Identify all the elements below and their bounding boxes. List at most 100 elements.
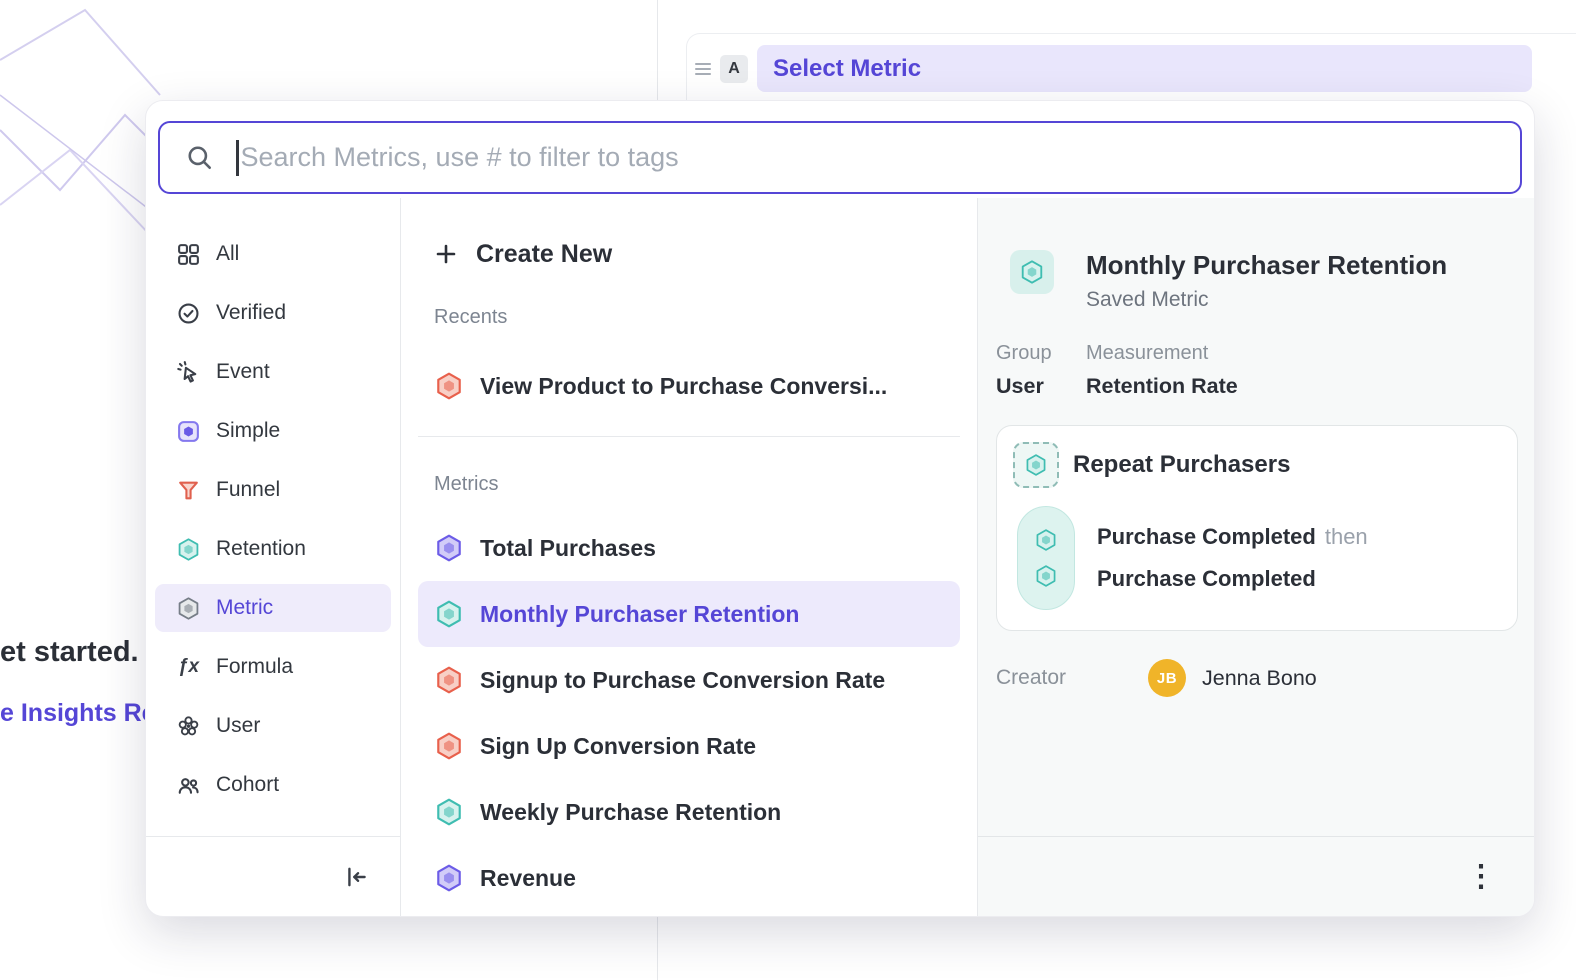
sidebar-item-funnel[interactable]: Funnel (155, 466, 391, 514)
metric-hexagon-icon (176, 596, 201, 621)
metric-list: Create New Recents View Product to Purch… (401, 198, 978, 916)
search-input[interactable] (241, 123, 1521, 192)
detail-meta: Group User Measurement Retention Rate (996, 342, 1518, 399)
detail-footer: ⋮ (978, 836, 1534, 916)
creator-name: Jenna Bono (1202, 666, 1317, 691)
metric-item-label: Monthly Purchaser Retention (480, 601, 799, 628)
funnel-icon (176, 478, 201, 503)
detail-type-label: Saved Metric (1086, 288, 1447, 312)
plus-icon (434, 242, 458, 266)
text-caret (236, 140, 239, 176)
metric-item-revenue[interactable]: Revenue (418, 845, 960, 911)
metrics-header: Metrics (434, 473, 960, 499)
sidebar-item-verified[interactable]: Verified (155, 289, 391, 337)
metric-item-label: Total Purchases (480, 535, 656, 562)
truncated-insights-link[interactable]: e Insights Re (0, 699, 156, 728)
funnel-metric-hexagon-icon (434, 371, 464, 401)
measurement-label: Measurement (1086, 342, 1238, 365)
search-icon (186, 144, 214, 172)
list-divider (418, 436, 960, 437)
sidebar-item-cohort[interactable]: Cohort (155, 761, 391, 809)
metric-item-label: Revenue (480, 865, 576, 892)
sidebar-item-label: All (216, 242, 239, 266)
sidebar-item-formula[interactable]: ƒx Formula (155, 643, 391, 691)
more-options-button[interactable]: ⋮ (1466, 862, 1496, 892)
grid-icon (176, 242, 201, 267)
retention-hexagon-icon (176, 537, 201, 562)
simple-metric-icon (176, 419, 201, 444)
sidebar-item-label: Cohort (216, 773, 279, 797)
sidebar-item-all[interactable]: All (155, 230, 391, 278)
user-flower-icon (176, 714, 201, 739)
sidebar-item-label: Metric (216, 596, 273, 620)
metric-item-label: View Product to Purchase Conversi... (480, 373, 887, 400)
metric-hexagon-icon (434, 533, 464, 563)
retention-hexagon-icon (1019, 259, 1045, 285)
sidebar-item-label: Funnel (216, 478, 280, 502)
sidebar-item-event[interactable]: Event (155, 348, 391, 396)
collapse-sidebar-button[interactable] (344, 864, 370, 890)
cohort-people-icon (176, 773, 201, 798)
category-sidebar: All Verified Event Simple Funnel (146, 198, 401, 916)
event-hexagon-icon (1034, 564, 1058, 588)
metric-hexagon-icon (434, 665, 464, 695)
metric-hexagon-icon (434, 599, 464, 629)
creator-row: Creator JB Jenna Bono (996, 659, 1518, 697)
sidebar-footer (146, 836, 400, 916)
behavior-icon (1013, 442, 1059, 488)
verified-badge-icon (176, 301, 201, 326)
measurement-value: Retention Rate (1086, 374, 1238, 399)
metric-item-label: Weekly Purchase Retention (480, 799, 781, 826)
metric-item-signup-to-purchase-conversion-rate[interactable]: Signup to Purchase Conversion Rate (418, 647, 960, 713)
detail-header: Monthly Purchaser Retention Saved Metric (996, 250, 1518, 312)
group-value: User (996, 374, 1086, 399)
sidebar-item-label: Formula (216, 655, 293, 679)
event-cursor-icon (176, 360, 201, 385)
sidebar-item-user[interactable]: User (155, 702, 391, 750)
sidebar-item-label: Retention (216, 537, 306, 561)
sidebar-item-simple[interactable]: Simple (155, 407, 391, 455)
create-new-button[interactable]: Create New (418, 232, 960, 276)
drag-handle-icon[interactable] (695, 63, 711, 75)
metric-detail-panel: Monthly Purchaser Retention Saved Metric… (978, 198, 1534, 916)
formula-fx-icon: ƒx (176, 656, 201, 678)
definition-name: Repeat Purchasers (1073, 451, 1290, 479)
metric-item-total-purchases[interactable]: Total Purchases (418, 515, 960, 581)
sidebar-item-label: User (216, 714, 260, 738)
event-sequence-pill (1017, 506, 1075, 610)
creator-avatar: JB (1148, 659, 1186, 697)
metric-hexagon-icon (434, 731, 464, 761)
definition-step-connector: then (1325, 524, 1368, 550)
event-hexagon-icon (1034, 528, 1058, 552)
sidebar-item-label: Event (216, 360, 270, 384)
retention-hexagon-icon (1024, 453, 1048, 477)
sidebar-item-metric[interactable]: Metric (155, 584, 391, 632)
creator-label: Creator (996, 666, 1148, 690)
search-bar[interactable] (158, 121, 1522, 194)
recents-header: Recents (434, 306, 960, 332)
create-new-label: Create New (476, 240, 612, 269)
truncated-page-heading: et started. (0, 636, 139, 669)
definition-step-2: Purchase Completed (1097, 566, 1316, 592)
metric-row-badge: A (720, 55, 748, 83)
metric-hexagon-icon (434, 863, 464, 893)
background-chart-lines (0, 0, 165, 265)
detail-title: Monthly Purchaser Retention (1086, 250, 1447, 281)
definition-step-1: Purchase Completed (1097, 524, 1316, 550)
saved-metric-icon (1010, 250, 1054, 294)
metric-item-weekly-purchase-retention[interactable]: Weekly Purchase Retention (418, 779, 960, 845)
sidebar-item-label: Simple (216, 419, 280, 443)
group-label: Group (996, 342, 1086, 365)
metric-item-label: Signup to Purchase Conversion Rate (480, 667, 885, 694)
metric-item-label: Sign Up Conversion Rate (480, 733, 756, 760)
sidebar-item-retention[interactable]: Retention (155, 525, 391, 573)
select-metric-button[interactable]: Select Metric (757, 45, 1532, 92)
query-builder-row: A Select Metric (686, 33, 1576, 103)
metric-item-sign-up-conversion-rate[interactable]: Sign Up Conversion Rate (418, 713, 960, 779)
metric-selector-modal: All Verified Event Simple Funnel (145, 100, 1535, 917)
recent-metric-item[interactable]: View Product to Purchase Conversi... (418, 358, 960, 414)
metric-definition-card: Repeat Purchasers Purchase Completed the… (996, 425, 1518, 631)
metric-hexagon-icon (434, 797, 464, 827)
sidebar-item-label: Verified (216, 301, 286, 325)
metric-item-monthly-purchaser-retention[interactable]: Monthly Purchaser Retention (418, 581, 960, 647)
